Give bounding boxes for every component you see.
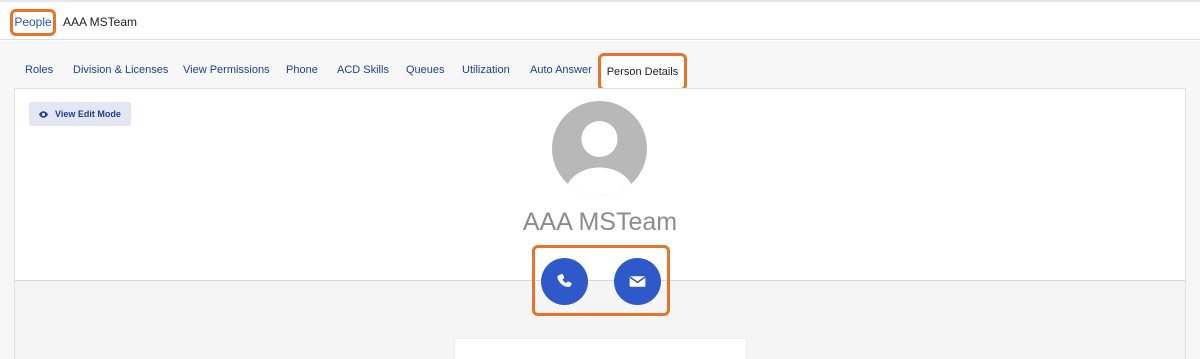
email-button[interactable] — [614, 258, 661, 305]
tab-auto-answer[interactable]: Auto Answer — [530, 64, 592, 76]
tab-division-licenses[interactable]: Division & Licenses — [73, 64, 168, 76]
breadcrumb-people-link[interactable]: People — [10, 9, 56, 36]
tab-person-details[interactable]: Person Details — [598, 53, 687, 91]
eye-icon — [38, 111, 49, 118]
view-edit-mode-label: View Edit Mode — [55, 109, 121, 119]
tab-phone[interactable]: Phone — [286, 64, 318, 76]
call-button[interactable] — [541, 258, 588, 305]
tab-acd-skills[interactable]: ACD Skills — [337, 64, 389, 76]
person-name: AAA MSTeam — [522, 208, 678, 236]
breadcrumb: People AAA MSTeam — [0, 2, 1200, 40]
tab-roles[interactable]: Roles — [25, 64, 53, 76]
tab-queues[interactable]: Queues — [406, 64, 445, 76]
contact-information-card — [454, 338, 747, 359]
view-edit-mode-button[interactable]: View Edit Mode — [29, 102, 131, 126]
breadcrumb-current: AAA MSTeam — [63, 15, 138, 29]
tab-utilization[interactable]: Utilization — [462, 64, 510, 76]
phone-icon — [557, 273, 572, 287]
tab-view-permissions[interactable]: View Permissions — [183, 64, 270, 76]
envelope-icon — [629, 276, 646, 287]
default-avatar-icon — [552, 101, 647, 196]
